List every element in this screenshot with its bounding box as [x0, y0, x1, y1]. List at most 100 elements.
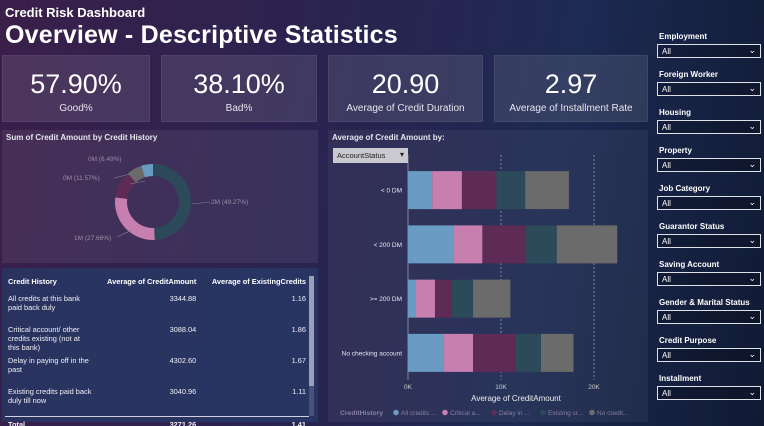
- app-title: Credit Risk Dashboard: [5, 5, 146, 20]
- x-tick-label: 0K: [404, 384, 413, 391]
- slicer-value: All: [662, 199, 671, 208]
- bar-segment[interactable]: [415, 279, 435, 318]
- slicer-dropdown[interactable]: All ⌄: [657, 158, 761, 172]
- table-cell: 3088.04: [169, 325, 197, 334]
- table-total-row: Total 3271.26 1.41: [5, 415, 309, 426]
- bar-segment[interactable]: [525, 171, 569, 210]
- bar-segment[interactable]: [515, 333, 541, 372]
- scrollbar-thumb[interactable]: [309, 276, 314, 386]
- table-cell: 1.11: [292, 387, 306, 396]
- chevron-down-icon: ⌄: [748, 159, 756, 169]
- column-header[interactable]: Credit History: [5, 275, 95, 292]
- slicer-label: Employment: [659, 32, 708, 41]
- slicer-value: All: [662, 123, 671, 132]
- legend-item[interactable]: Delay in ...: [499, 410, 530, 417]
- table-row: All credits at this bank paid back duly …: [5, 292, 309, 323]
- slicer-label: Guarantor Status: [659, 222, 725, 231]
- slicer-job-category: Job Category All ⌄: [657, 182, 761, 220]
- slicer-value: All: [662, 47, 671, 56]
- stacked-bar-chart: < 0 DM < 200 DM >= 200 DM No checking accou…: [340, 155, 629, 417]
- table-row: Existing credits paid back duly till now…: [5, 385, 309, 416]
- table-cell: Critical account/ other credits existing…: [8, 325, 80, 352]
- kpi-card-credit-duration: 20.90 Average of Credit Duration: [328, 55, 483, 122]
- slicer-label: Foreign Worker: [659, 70, 718, 79]
- bar-segment[interactable]: [443, 333, 474, 372]
- donut-slice[interactable]: [115, 197, 155, 240]
- slicer-gender-marital-status: Gender & Marital Status All ⌄: [657, 296, 761, 334]
- slicer-dropdown[interactable]: All ⌄: [657, 82, 761, 96]
- bar-segment[interactable]: [482, 225, 526, 264]
- kpi-value: 20.90: [371, 69, 440, 99]
- column-header[interactable]: Average of CreditAmount: [95, 275, 199, 292]
- slicer-dropdown[interactable]: All ⌄: [657, 234, 761, 248]
- slicer-dropdown[interactable]: All ⌄: [657, 196, 761, 210]
- chevron-down-icon: ⌄: [748, 387, 756, 397]
- table-scrollbar[interactable]: [309, 276, 314, 416]
- slicer-dropdown[interactable]: All ⌄: [657, 272, 761, 286]
- bar-segment[interactable]: [434, 279, 452, 318]
- x-tick-label: 10K: [495, 384, 507, 391]
- bar-segment[interactable]: [525, 225, 557, 264]
- table-cell: 1.86: [291, 325, 306, 334]
- bar-segment[interactable]: [556, 225, 618, 264]
- legend-marker: [491, 409, 497, 416]
- slicer-saving-account: Saving Account All ⌄: [657, 258, 761, 296]
- slicer-label: Property: [659, 146, 692, 155]
- chevron-down-icon: ⌄: [748, 45, 756, 55]
- bar-segment[interactable]: [540, 333, 574, 372]
- bar-segment[interactable]: [496, 171, 526, 210]
- kpi-label: Bad%: [225, 103, 253, 114]
- legend-item[interactable]: All credits ...: [401, 410, 437, 417]
- y-category-label: < 0 DM: [381, 188, 402, 195]
- kpi-value: 2.97: [544, 69, 598, 99]
- chevron-down-icon: ⌄: [748, 197, 756, 207]
- slicer-value: All: [662, 275, 671, 284]
- slicer-label: Installment: [659, 374, 702, 383]
- legend-marker: [589, 409, 595, 416]
- slicer-value: All: [662, 313, 671, 322]
- bar-segment[interactable]: [408, 333, 444, 372]
- bar-segment[interactable]: [451, 279, 474, 318]
- chevron-down-icon: ⌄: [748, 121, 756, 131]
- leader-line: [191, 201, 211, 205]
- slicer-dropdown[interactable]: All ⌄: [657, 44, 761, 58]
- x-axis-title: Average of CreditAmount: [471, 394, 561, 403]
- slicer-label: Housing: [659, 108, 691, 117]
- kpi-label: Good%: [59, 103, 93, 114]
- slicer-dropdown[interactable]: All ⌄: [657, 120, 761, 134]
- bar-segment[interactable]: [432, 171, 462, 210]
- legend-marker: [540, 409, 546, 416]
- bar-segment[interactable]: [453, 225, 483, 264]
- kpi-label: Average of Installment Rate: [509, 103, 633, 114]
- slicer-dropdown[interactable]: All ⌄: [657, 310, 761, 324]
- table-row: Delay in paying off in the past 4302.60 …: [5, 354, 309, 385]
- kpi-card-good: 57.90% Good%: [2, 55, 150, 122]
- slicer-employment: Employment All ⌄: [657, 30, 761, 68]
- bar-segment[interactable]: [408, 279, 416, 318]
- slicer-label: Credit Purpose: [659, 336, 717, 345]
- table-cell: All credits at this bank paid back duly: [8, 294, 80, 312]
- slicer-foreign-worker: Foreign Worker All ⌄: [657, 68, 761, 106]
- column-header[interactable]: Average of ExistingCredits: [199, 275, 309, 292]
- slicer-dropdown[interactable]: All ⌄: [657, 386, 761, 400]
- slicer-guarantor-status: Guarantor Status All ⌄: [657, 220, 761, 258]
- chevron-down-icon: ⌄: [748, 311, 756, 321]
- leader-line: [116, 229, 133, 238]
- chevron-down-icon: ⌄: [748, 235, 756, 245]
- slicer-dropdown[interactable]: All ⌄: [657, 348, 761, 362]
- slicer-value: All: [662, 389, 671, 398]
- donut-chart-panel: Sum of Credit Amount by Credit History 0…: [2, 130, 318, 263]
- donut-slice[interactable]: [153, 164, 192, 240]
- legend-item[interactable]: Critical a...: [450, 410, 481, 417]
- legend-item[interactable]: No credit...: [597, 410, 629, 417]
- chevron-down-icon: ⌄: [748, 349, 756, 359]
- bar-segment[interactable]: [473, 333, 516, 372]
- legend-item[interactable]: Existing cr...: [548, 410, 583, 417]
- page-title: Overview - Descriptive Statistics: [5, 21, 398, 49]
- bar-segment[interactable]: [408, 171, 433, 210]
- filter-slicers: Employment All ⌄ Foreign Worker All ⌄ Hous…: [657, 30, 761, 410]
- bar-segment[interactable]: [473, 279, 511, 318]
- bar-segment[interactable]: [408, 225, 454, 264]
- kpi-value: 57.90%: [30, 69, 122, 99]
- bar-segment[interactable]: [461, 171, 497, 210]
